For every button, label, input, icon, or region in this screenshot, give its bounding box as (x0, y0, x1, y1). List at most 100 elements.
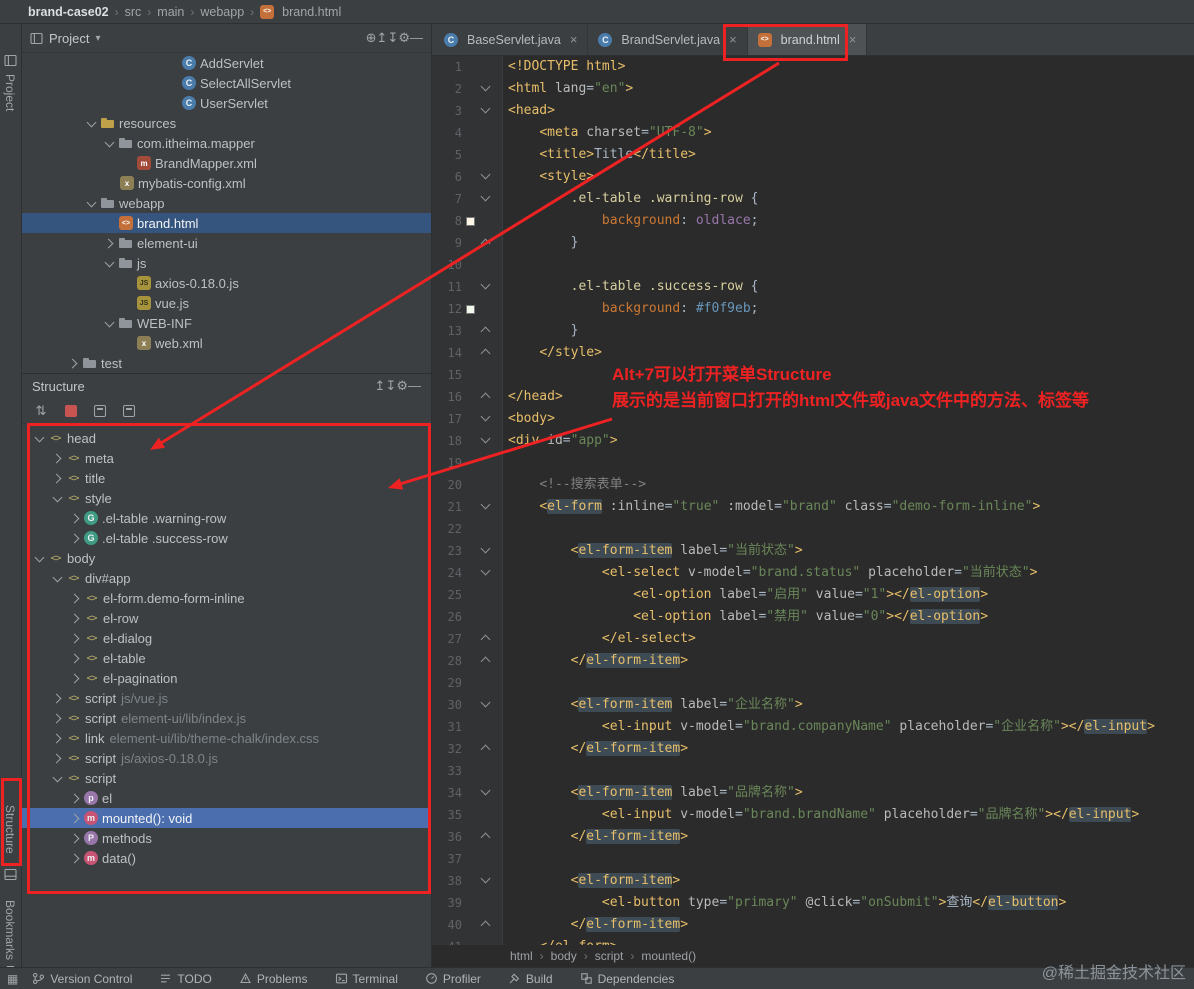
structure-group1-icon[interactable] (94, 404, 106, 417)
structure-item-data[interactable]: m data() (22, 848, 431, 868)
project-item-axios-0-18-0-js[interactable]: JS axios-0.18.0.js (22, 273, 431, 293)
project-collapse-icon[interactable]: ↧ (387, 30, 398, 45)
chevron-right-icon[interactable] (50, 730, 66, 746)
structure-item-script[interactable]: <> script js/axios-0.18.0.js (22, 748, 431, 768)
fold-up-icon[interactable] (478, 342, 494, 364)
project-item-userservlet[interactable]: C UserServlet (22, 93, 431, 113)
fold-up-icon[interactable] (478, 628, 494, 650)
chevron-down-icon[interactable] (50, 490, 66, 506)
editor-breadcrumb-mounted[interactable]: mounted() (641, 949, 696, 963)
fold-down-icon[interactable] (478, 276, 494, 298)
chevron-down-icon[interactable] (84, 115, 100, 131)
status-version-control[interactable]: Version Control (32, 972, 132, 986)
structure-expand-icon[interactable]: ↥ (375, 378, 386, 393)
editor-breadcrumb-body[interactable]: body (551, 949, 577, 963)
project-item-addservlet[interactable]: C AddServlet (22, 53, 431, 73)
chevron-right-icon[interactable] (68, 790, 84, 806)
fold-up-icon[interactable] (478, 386, 494, 408)
fold-down-icon[interactable] (478, 870, 494, 892)
project-expand-icon[interactable]: ↥ (377, 30, 388, 45)
project-item-test[interactable]: test (22, 353, 431, 373)
status-profiler[interactable]: Profiler (425, 972, 481, 986)
project-item-brandmapper-xml[interactable]: m BrandMapper.xml (22, 153, 431, 173)
chevron-right-icon[interactable] (68, 610, 84, 626)
structure-item-el-row[interactable]: <> el-row (22, 608, 431, 628)
project-item-com-itheima-mapper[interactable]: com.itheima.mapper (22, 133, 431, 153)
fold-down-icon[interactable] (478, 540, 494, 562)
status-todo[interactable]: TODO (159, 972, 212, 986)
structure-item-div-app[interactable]: <> div#app (22, 568, 431, 588)
project-stripe-icon[interactable] (4, 54, 17, 67)
structure-item-title[interactable]: <> title (22, 468, 431, 488)
structure-item-script[interactable]: <> script (22, 768, 431, 788)
chevron-right-icon[interactable] (68, 850, 84, 866)
chevron-right-icon[interactable] (66, 355, 82, 371)
structure-item-head[interactable]: <> head (22, 428, 431, 448)
chevron-right-icon[interactable] (50, 450, 66, 466)
chevron-right-icon[interactable] (68, 810, 84, 826)
structure-group2-icon[interactable] (123, 404, 135, 417)
project-item-selectallservlet[interactable]: C SelectAllServlet (22, 73, 431, 93)
breadcrumb-webapp[interactable]: webapp (200, 5, 244, 19)
chevron-right-icon[interactable] (68, 630, 84, 646)
chevron-right-icon[interactable] (102, 235, 118, 251)
structure-item-el-table[interactable]: <> el-table (22, 648, 431, 668)
code-editor[interactable]: 1 <!DOCTYPE html> 2 <html lang="en"> 3 <head>… (432, 56, 1194, 945)
chevron-down-icon[interactable] (102, 135, 118, 151)
fold-down-icon[interactable] (478, 562, 494, 584)
status-build[interactable]: Build (508, 972, 553, 986)
fold-down-icon[interactable] (478, 166, 494, 188)
structure-item-el-table-warning-row[interactable]: G .el-table .warning-row (22, 508, 431, 528)
structure-sort-icon[interactable]: ⇅ (34, 403, 48, 419)
chevron-down-icon[interactable] (32, 550, 48, 566)
fold-down-icon[interactable] (478, 408, 494, 430)
structure-item-script[interactable]: <> script js/vue.js (22, 688, 431, 708)
structure-stripe-icon[interactable] (4, 868, 17, 881)
status-problems[interactable]: Problems (239, 972, 308, 986)
editor-breadcrumb-script[interactable]: script (595, 949, 624, 963)
chevron-down-icon[interactable] (84, 195, 100, 211)
chevron-down-icon[interactable] (50, 570, 66, 586)
fold-up-icon[interactable] (478, 826, 494, 848)
chevron-right-icon[interactable] (50, 710, 66, 726)
project-item-js[interactable]: js (22, 253, 431, 273)
chevron-right-icon[interactable] (50, 750, 66, 766)
structure-item-el-form-demo-form-inline[interactable]: <> el-form.demo-form-inline (22, 588, 431, 608)
chevron-down-icon[interactable] (102, 315, 118, 331)
fold-up-icon[interactable] (478, 650, 494, 672)
tool-stripe-structure[interactable]: Structure (3, 805, 17, 854)
structure-item-body[interactable]: <> body (22, 548, 431, 568)
tool-stripe-project[interactable]: Project (3, 74, 17, 111)
chevron-right-icon[interactable] (68, 530, 84, 546)
fold-down-icon[interactable] (478, 782, 494, 804)
structure-item-methods[interactable]: Pmethods (22, 828, 431, 848)
project-item-brand-html[interactable]: <> brand.html (22, 213, 431, 233)
structure-item-el[interactable]: p el (22, 788, 431, 808)
fold-down-icon[interactable] (478, 188, 494, 210)
fold-down-icon[interactable] (478, 78, 494, 100)
project-item-vue-js[interactable]: JS vue.js (22, 293, 431, 313)
structure-item-style[interactable]: <> style (22, 488, 431, 508)
project-item-web-xml[interactable]: x web.xml (22, 333, 431, 353)
project-item-mybatis-config-xml[interactable]: x mybatis-config.xml (22, 173, 431, 193)
tab-close-icon[interactable]: × (570, 32, 578, 47)
chevron-down-icon[interactable] (32, 430, 48, 446)
fold-up-icon[interactable] (478, 914, 494, 936)
structure-hide-icon[interactable]: — (408, 378, 421, 393)
breadcrumb-brand-case02[interactable]: brand-case02 (28, 5, 109, 19)
project-item-resources[interactable]: resources (22, 113, 431, 133)
chevron-right-icon[interactable] (68, 670, 84, 686)
breadcrumb-main[interactable]: main (157, 5, 184, 19)
structure-item-el-table-success-row[interactable]: G .el-table .success-row (22, 528, 431, 548)
structure-filter-fields-icon[interactable] (65, 404, 77, 417)
structure-item-script[interactable]: <> script element-ui/lib/index.js (22, 708, 431, 728)
chevron-right-icon[interactable] (68, 830, 84, 846)
status-terminal[interactable]: Terminal (335, 972, 398, 986)
fold-down-icon[interactable] (478, 430, 494, 452)
chevron-right-icon[interactable] (68, 510, 84, 526)
structure-item-el-pagination[interactable]: <> el-pagination (22, 668, 431, 688)
fold-down-icon[interactable] (478, 100, 494, 122)
project-panel-title[interactable]: Project (49, 31, 89, 46)
fold-up-icon[interactable] (478, 738, 494, 760)
chevron-right-icon[interactable] (68, 650, 84, 666)
